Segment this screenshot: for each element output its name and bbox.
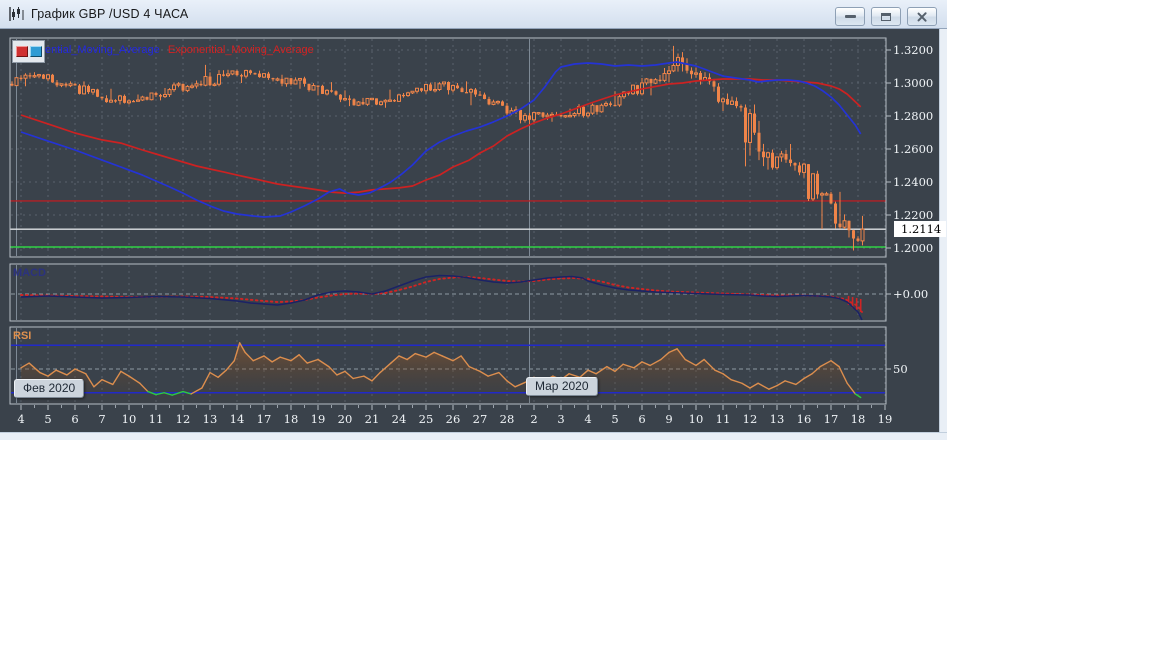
ema-red-legend-label: Exponential_Moving_Average [167, 44, 314, 56]
date-tick-label: 12 [743, 412, 758, 426]
price-tick-label: 1.2000 [893, 241, 933, 255]
date-tick-label: 9 [665, 412, 672, 426]
chart-window: 1.3200 1.3000 1.2800 1.2600 1.2400 1.2200 1.20… [0, 0, 947, 440]
price-tick-label: 1.2600 [893, 142, 933, 156]
minimize-icon [844, 15, 856, 18]
price-tick-label: 1.3200 [893, 43, 933, 57]
date-tick-label: 5 [611, 412, 618, 426]
price-tick-label: 1.2400 [893, 175, 933, 189]
titlebar[interactable]: График GBP /USD 4 ЧАСА [0, 0, 947, 29]
date-tick-label: 4 [584, 412, 591, 426]
date-tick-label: 17 [824, 412, 839, 426]
ema-red-swatch-button[interactable] [15, 46, 28, 57]
desktop: { "window": { "title": "График GBP /USD … [0, 0, 1152, 648]
date-tick-label: 24 [392, 412, 407, 426]
date-tick-label: 26 [446, 412, 461, 426]
date-tick-label: 21 [365, 412, 380, 426]
date-tick-label: 19 [878, 412, 893, 426]
rsi-axis-label: 50 [893, 362, 908, 376]
restore-icon [881, 12, 891, 21]
macd-layer [20, 274, 863, 321]
date-tick-label: 28 [500, 412, 515, 426]
date-tick-label: 25 [419, 412, 434, 426]
date-tick-label: 17 [257, 412, 272, 426]
date-tick-label: 18 [284, 412, 299, 426]
date-tick-label: 13 [203, 412, 218, 426]
price-tick-label: 1.2200 [893, 208, 933, 222]
date-tick-label: 20 [338, 412, 353, 426]
macd-panel-label: MACD [13, 267, 46, 279]
date-tick-label: 11 [149, 412, 164, 426]
price-level-lines [10, 200, 886, 248]
date-tick-label: 14 [230, 412, 245, 426]
restore-button[interactable] [871, 7, 901, 26]
macd-axis-label: +0.00 [893, 287, 928, 301]
macd-line [20, 274, 863, 321]
date-tick-label: 16 [797, 412, 812, 426]
price-tick-label: 1.3000 [893, 76, 933, 90]
rsi-area-fill [21, 342, 861, 404]
date-tick-label: 6 [71, 412, 78, 426]
date-axis [20, 405, 886, 410]
chart-canvas[interactable]: 1.3200 1.3000 1.2800 1.2600 1.2400 1.2200 1.20… [0, 29, 947, 440]
window-frame-bottom [0, 432, 947, 440]
indicator-legend: ential_Moving_Average Exponential_Moving… [45, 44, 314, 56]
close-button[interactable] [907, 7, 937, 26]
window-title: График GBP /USD 4 ЧАСА [31, 7, 189, 21]
month-marker-mar: Мар 2020 [526, 377, 598, 396]
date-tick-label: 7 [98, 412, 105, 426]
date-tick-label: 18 [851, 412, 866, 426]
price-tick-label: 1.2800 [893, 109, 933, 123]
window-controls [835, 7, 937, 26]
date-tick-label: 3 [557, 412, 564, 426]
date-tick-label: 10 [689, 412, 704, 426]
minimize-button[interactable] [835, 7, 865, 26]
date-tick-label: 2 [530, 412, 537, 426]
close-icon [917, 12, 927, 22]
date-tick-label: 19 [311, 412, 326, 426]
rsi-layer [11, 342, 885, 404]
date-tick-label: 12 [176, 412, 191, 426]
date-tick-label: 10 [122, 412, 137, 426]
date-tick-label: 5 [44, 412, 51, 426]
date-tick-label: 6 [638, 412, 645, 426]
date-tick-label: 27 [473, 412, 488, 426]
ema-red-line [20, 78, 862, 194]
rsi-panel-label: RSI [13, 330, 32, 342]
current-price-badge: 1.2114 [894, 221, 946, 237]
date-tick-label: 13 [770, 412, 785, 426]
indicator-legend-box [12, 40, 45, 63]
ema-blue-legend-label: ential_Moving_Average [45, 44, 160, 56]
chart-client[interactable]: 1.3200 1.3000 1.2800 1.2600 1.2400 1.2200 1.20… [0, 29, 947, 440]
candlestick-chart-icon [9, 6, 24, 21]
ema-blue-swatch-button[interactable] [29, 46, 42, 57]
date-tick-label: 4 [17, 412, 24, 426]
date-tick-label: 11 [716, 412, 731, 426]
month-marker-feb: Фев 2020 [14, 379, 85, 398]
